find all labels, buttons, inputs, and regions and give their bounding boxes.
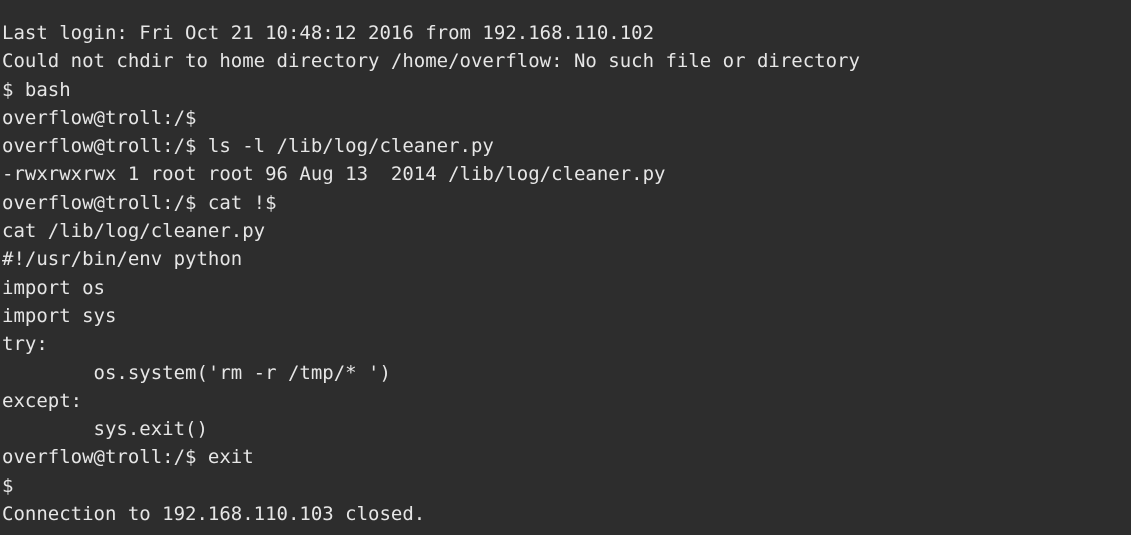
terminal-line-try: try:: [2, 333, 48, 356]
terminal-line-last-login: Last login: Fri Oct 21 10:48:12 2016 fro…: [2, 22, 655, 44]
terminal-line-exit-command: overflow@troll:/$ exit: [2, 446, 254, 469]
terminal-line-ls-command: overflow@troll:/$ ls -l /lib/log/cleaner…: [2, 135, 494, 158]
terminal-line-import-os: import os: [2, 276, 105, 299]
terminal-line-shebang: #!/usr/bin/env python: [2, 248, 243, 271]
terminal-line-cat-expanded: cat /lib/log/cleaner.py: [2, 220, 266, 243]
terminal-line-chdir-error: Could not chdir to home directory /home/…: [2, 50, 860, 73]
terminal-line-import-sys: import sys: [2, 304, 117, 327]
terminal-line-connection-closed: Connection to 192.168.110.103 closed.: [2, 503, 426, 526]
terminal-line-ls-output: -rwxrwxrwx 1 root root 96 Aug 13 2014 /l…: [2, 163, 666, 186]
terminal-line-sys-exit: sys.exit(): [2, 418, 208, 441]
terminal-output[interactable]: Last login: Fri Oct 21 10:48:12 2016 fro…: [0, 0, 1131, 535]
terminal-line-prompt: overflow@troll:/$: [2, 106, 197, 129]
terminal-line-bash-command: $ bash: [2, 78, 71, 101]
terminal-line-cat-command: overflow@troll:/$ cat !$: [2, 191, 277, 214]
terminal-line-os-system: os.system('rm -r /tmp/* '): [2, 361, 391, 384]
terminal-line-except: except:: [2, 389, 83, 412]
terminal-line-dollar-prompt: $: [2, 474, 14, 497]
